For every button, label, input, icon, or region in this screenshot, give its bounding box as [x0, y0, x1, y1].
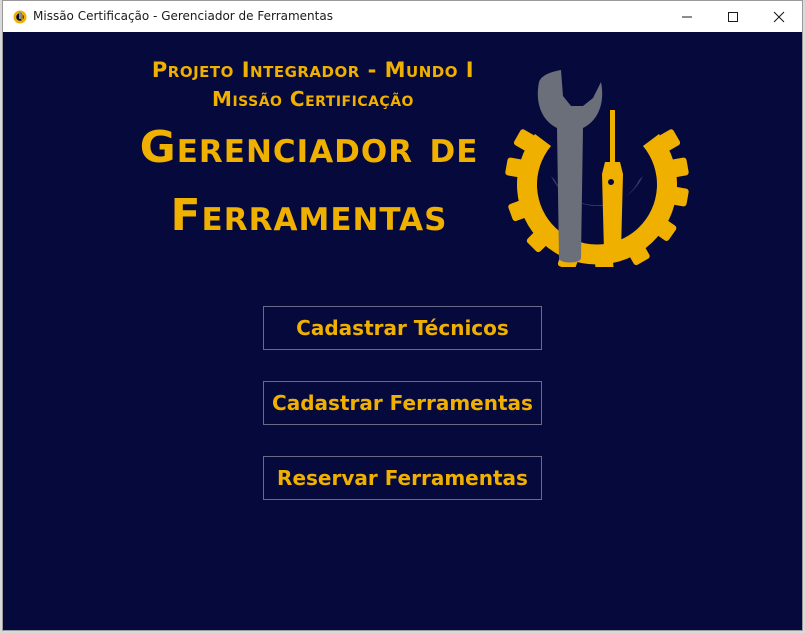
- minimize-icon: [681, 11, 693, 23]
- cadastrar-ferramentas-button[interactable]: Cadastrar Ferramentas: [263, 381, 542, 425]
- close-button[interactable]: [756, 1, 802, 32]
- gear-wrench-app-icon: [12, 9, 28, 25]
- maximize-button[interactable]: [710, 1, 756, 32]
- gear-wrench-screwdriver-logo: [501, 62, 693, 275]
- page-title-line1: Gerenciador de: [139, 122, 479, 173]
- minimize-button[interactable]: [664, 1, 710, 32]
- close-icon: [773, 11, 785, 23]
- page-title-line2: Ferramentas: [170, 190, 448, 241]
- app-window: Missão Certificação - Gerenciador de Fer…: [2, 0, 803, 631]
- window-title: Missão Certificação - Gerenciador de Fer…: [33, 9, 333, 23]
- cadastrar-tecnicos-button[interactable]: Cadastrar Técnicos: [263, 306, 542, 350]
- main-content: Projeto Integrador - Mundo I Missão Cert…: [3, 32, 802, 630]
- reservar-ferramentas-button[interactable]: Reservar Ferramentas: [263, 456, 542, 500]
- mission-subtitle: Missão Certificação: [212, 87, 414, 111]
- title-bar[interactable]: Missão Certificação - Gerenciador de Fer…: [3, 1, 802, 32]
- maximize-icon: [727, 11, 739, 23]
- project-subtitle: Projeto Integrador - Mundo I: [151, 58, 475, 82]
